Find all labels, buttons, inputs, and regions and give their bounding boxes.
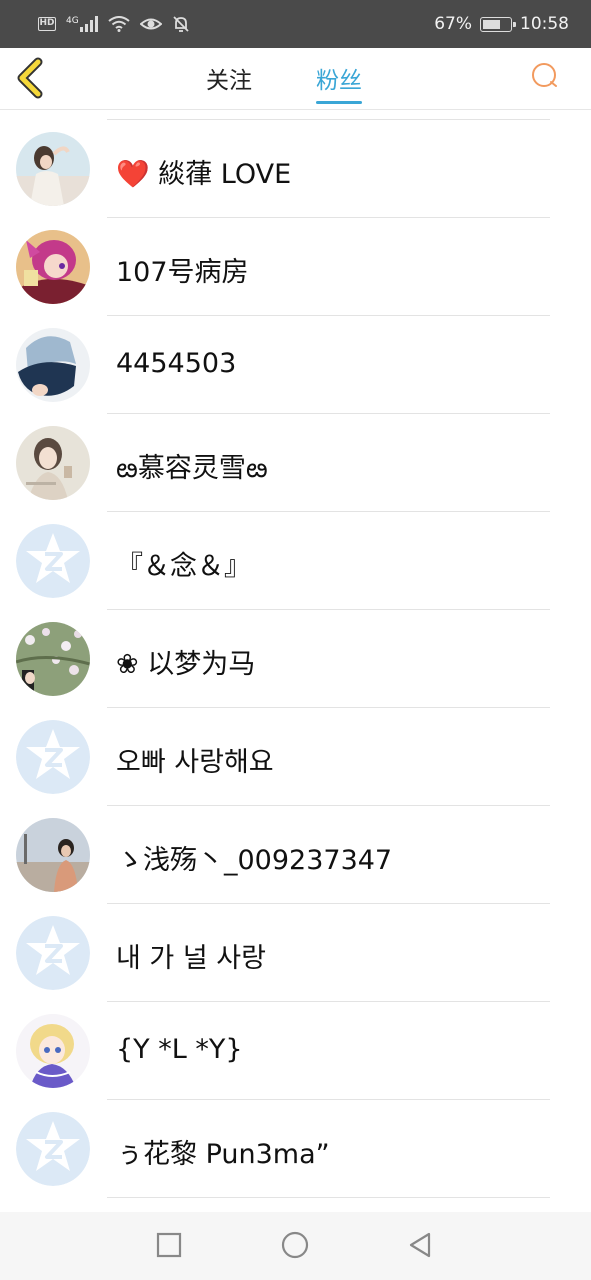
avatar[interactable]	[16, 720, 90, 794]
hd-badge: HD	[38, 17, 56, 31]
search-icon	[532, 63, 557, 87]
search-button[interactable]	[529, 60, 561, 92]
status-right: 67% 10:58	[434, 14, 569, 34]
chevron-left-icon	[17, 57, 43, 99]
back-triangle-icon	[409, 1232, 431, 1258]
eye-icon	[139, 18, 162, 30]
avatar[interactable]	[16, 916, 90, 990]
fan-name: ❀ 以梦为马	[116, 649, 256, 680]
fan-name: 오빠 사랑해요	[116, 747, 274, 778]
network-type-label: 4G	[66, 16, 79, 26]
fan-row[interactable]: 『＆念＆』	[0, 512, 591, 610]
avatar[interactable]	[16, 132, 90, 206]
battery-fill	[483, 19, 500, 29]
header: 关注 粉丝	[0, 48, 591, 110]
avatar[interactable]	[16, 818, 90, 892]
fan-row[interactable]: ゝ浅殇丶_009237347	[0, 806, 591, 904]
wifi-icon	[108, 16, 130, 32]
fan-name: ❤️ 緂葎 LOVE	[116, 159, 292, 190]
list-divider	[107, 1197, 550, 1198]
home-icon	[281, 1231, 309, 1259]
mute-bell-icon	[173, 16, 189, 32]
avatar[interactable]	[16, 1014, 90, 1088]
avatar[interactable]	[16, 426, 90, 500]
tab-fans-label: 粉丝	[316, 68, 362, 94]
fan-name: ぅ花黎 Pun3ma”	[116, 1139, 330, 1170]
fan-row[interactable]: 내 가 널 사랑	[0, 904, 591, 1002]
active-tab-indicator	[316, 101, 362, 104]
signal-icon: 4G	[66, 16, 98, 32]
recent-apps-button[interactable]	[154, 1230, 184, 1260]
status-bar: HD 4G 67% 10:58	[0, 0, 591, 48]
fan-name: 『＆念＆』	[116, 551, 251, 582]
back-button[interactable]	[12, 56, 52, 100]
fan-name: {Y *L *Y}	[116, 1034, 243, 1065]
fan-name: ఴ慕容灵雪ఴ	[116, 453, 268, 484]
tab-follow[interactable]: 关注	[206, 61, 252, 95]
avatar[interactable]	[16, 328, 90, 402]
fan-name: ゝ浅殇丶_009237347	[116, 845, 393, 876]
fan-row[interactable]: ❤️ 緂葎 LOVE	[0, 120, 591, 218]
fan-row[interactable]: 4454503	[0, 316, 591, 414]
status-left: HD 4G	[38, 15, 190, 33]
fan-row[interactable]: ぅ花黎 Pun3ma”	[0, 1100, 591, 1198]
fan-name: 107号病房	[116, 257, 249, 288]
recent-apps-icon	[156, 1232, 182, 1258]
avatar[interactable]	[16, 622, 90, 696]
fan-row[interactable]: 오빠 사랑해요	[0, 708, 591, 806]
fan-row[interactable]: {Y *L *Y}	[0, 1002, 591, 1100]
avatar[interactable]	[16, 524, 90, 598]
home-button[interactable]	[280, 1230, 310, 1260]
avatar[interactable]	[16, 1112, 90, 1186]
battery-icon	[480, 16, 516, 32]
back-nav-button[interactable]	[405, 1230, 435, 1260]
fan-name: 4454503	[116, 348, 237, 379]
fan-row[interactable]: 107号病房	[0, 218, 591, 316]
tab-follow-label: 关注	[206, 68, 252, 94]
avatar[interactable]	[16, 230, 90, 304]
battery-percent: 67%	[434, 14, 472, 34]
fan-row[interactable]: ఴ慕容灵雪ఴ	[0, 414, 591, 512]
clock: 10:58	[520, 14, 569, 34]
fan-row[interactable]: ❀ 以梦为马	[0, 610, 591, 708]
navigation-bar	[0, 1212, 591, 1280]
fan-name: 내 가 널 사랑	[116, 943, 266, 974]
tab-fans[interactable]: 粉丝	[316, 61, 362, 104]
